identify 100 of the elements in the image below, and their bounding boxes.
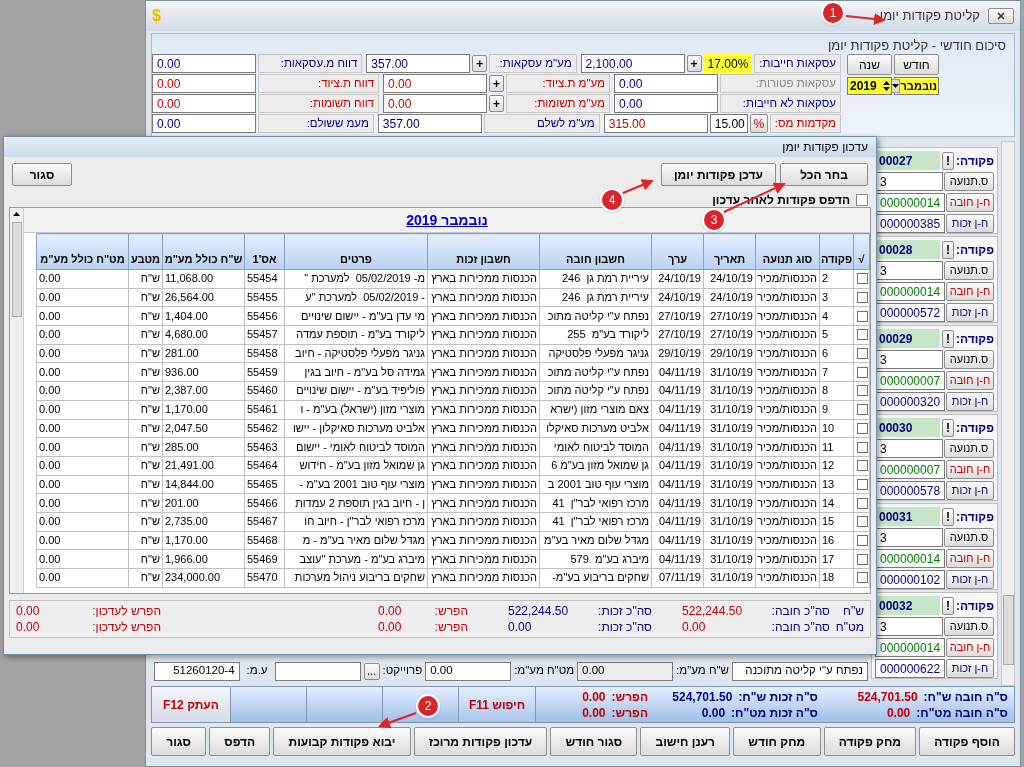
entry-number-field[interactable]: 00032 [875,596,940,615]
alert-button[interactable]: ! [942,329,954,348]
account-field[interactable]: 3 [875,439,943,458]
row-checkbox[interactable] [857,516,868,528]
toolbar-button[interactable]: יבוא פקודות קבועות [273,727,411,756]
account-field[interactable]: 000000572 [875,303,946,322]
row-checkbox[interactable] [857,404,868,416]
amount-field[interactable]: 315.00 [603,114,708,133]
row-checkbox[interactable] [857,385,868,397]
vat-field[interactable]: 0.00 [577,661,674,681]
checkbox[interactable] [856,194,868,206]
account-field[interactable]: 000000622 [875,659,946,678]
entry-number-field[interactable]: 00029 [875,329,940,348]
amount-field[interactable]: 0.00 [152,74,256,93]
column-header[interactable]: חשבון זכות [427,233,540,270]
year-spinner[interactable]: 2019 [847,77,892,95]
rate-field[interactable]: 15.00 [709,114,748,133]
browse-button[interactable]: ... [363,662,380,680]
close-button[interactable]: סגור [12,163,72,186]
field-button[interactable]: ס.תנועה [944,528,994,547]
month-dropdown[interactable]: נובמבר [894,77,939,95]
close-button[interactable] [988,8,1014,24]
alert-button[interactable]: ! [942,418,954,437]
alert-button[interactable]: ! [942,240,954,259]
account-field[interactable]: 000000014 [875,282,946,301]
column-header[interactable]: פקודה [819,233,854,270]
entry-number-field[interactable]: 00028 [875,240,940,259]
account-field[interactable]: 000000578 [875,481,946,500]
toolbar-button[interactable]: סגור חודש [550,727,638,756]
scroll-thumb[interactable] [11,222,22,317]
account-field[interactable]: 3 [875,172,943,191]
toolbar-button[interactable]: הוסף פקודה [919,727,1015,756]
account-field[interactable]: 000000014 [875,638,946,657]
column-header[interactable]: מט"ח כולל מע"מ [36,233,129,270]
row-checkbox[interactable] [857,310,868,322]
row-checkbox[interactable] [857,422,868,434]
toolbar-button[interactable]: מחק חודש [733,727,821,756]
column-header[interactable]: סוג תנועה [755,233,820,270]
toolbar-button[interactable]: הדפס [209,727,271,756]
scrollbar[interactable] [10,208,24,593]
field-button[interactable]: ח-ן זכות [946,570,994,589]
column-header[interactable]: ש"ח כולל מע"מ [162,233,245,270]
alert-button[interactable]: ! [942,596,954,615]
column-header[interactable]: ערך [651,233,704,270]
field-button[interactable]: ס.תנועה [944,439,994,458]
row-checkbox[interactable] [857,534,868,546]
scrollbar[interactable] [1001,141,1015,686]
account-field[interactable]: 3 [875,528,943,547]
month-button[interactable]: חודש [894,54,939,75]
plus-button[interactable]: + [686,55,702,72]
amount-field[interactable]: 357.00 [366,54,471,73]
field-button[interactable]: ח-ן חובה [946,638,994,657]
account-field[interactable]: 3 [875,261,943,280]
field-button[interactable]: ס.תנועה [944,350,994,369]
field-button[interactable]: ס.תנועה [944,617,994,636]
toolbar-button[interactable]: סגור [151,727,207,756]
account-field[interactable]: 000000014 [875,193,946,212]
entry-number-field[interactable]: 00031 [875,507,940,526]
percent-button[interactable]: % [749,114,768,133]
amount-field[interactable]: 0.00 [152,94,256,113]
account-field[interactable]: 000000007 [875,371,946,390]
column-header[interactable]: מטבע [128,233,163,270]
toolbar-button[interactable]: רענן חישוב [640,727,731,756]
row-checkbox[interactable] [857,553,868,565]
field-button[interactable]: ס.תנועה [944,261,994,280]
row-checkbox[interactable] [857,366,868,378]
row-checkbox[interactable] [857,273,868,285]
select-all-button[interactable]: בחר הכל [780,163,868,186]
plus-button[interactable]: + [472,55,488,72]
row-checkbox[interactable] [857,460,868,472]
row-checkbox[interactable] [857,348,868,360]
column-header[interactable]: תאריך [703,233,756,270]
account-field[interactable]: 000000102 [875,570,946,589]
field-button[interactable]: ח-ן זכות [946,303,994,322]
field-button[interactable]: ח-ן חובה [946,549,994,568]
amount-field[interactable]: 0.00 [614,74,718,93]
field-button[interactable]: ח-ן זכות [946,392,994,411]
year-button[interactable]: שנה [847,54,892,75]
account-field[interactable]: 000000007 [875,460,946,479]
amount-field[interactable]: 0.00 [383,74,487,93]
field-button[interactable]: ח-ן חובה [946,460,994,479]
row-checkbox[interactable] [857,329,868,341]
row-checkbox[interactable] [857,497,868,509]
field-button[interactable]: ח-ן זכות [946,481,994,500]
amount-field[interactable]: 0.00 [152,54,256,73]
copy-button[interactable]: העתק F12 [152,687,230,722]
row-checkbox[interactable] [857,478,868,490]
field-button[interactable]: ח-ן חובה [946,193,994,212]
alert-button[interactable]: ! [942,507,954,526]
account-field[interactable]: 3 [875,617,943,636]
toolbar-button[interactable]: עדכון פקודות מרוכז [413,727,548,756]
scroll-thumb[interactable] [1002,595,1014,665]
description-field[interactable]: נפתח ע"י קליטה מתוכנה [732,661,868,681]
row-checkbox[interactable] [857,441,868,453]
amount-field[interactable]: 0.00 [152,114,256,133]
plus-button[interactable]: + [489,75,504,92]
field-button[interactable]: ח-ן זכות [946,659,994,678]
row-checkbox[interactable] [857,572,868,584]
tax-id-field[interactable]: 51260120-4 [153,661,240,681]
vat-field[interactable]: 0.00 [425,661,512,681]
